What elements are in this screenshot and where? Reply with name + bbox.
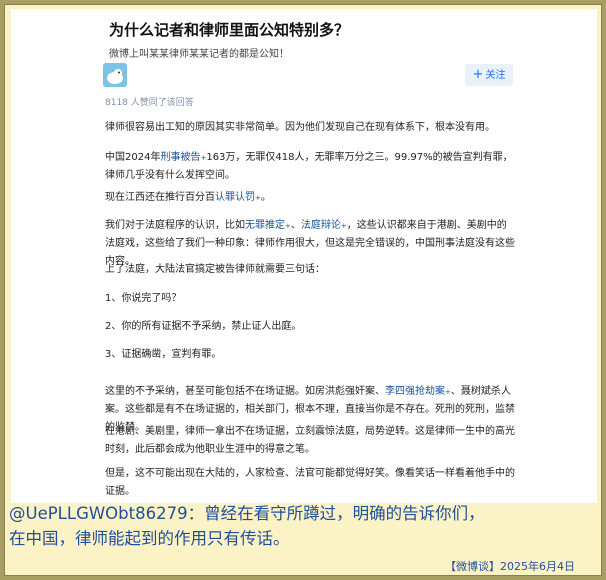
answer-paragraph-6: 1、你说完了吗？ (105, 293, 182, 304)
avatar-bird-icon (103, 63, 127, 87)
answer-paragraph-3: 现在江西还在推行百分百认罪认罚+。 (105, 189, 515, 207)
link-court-debate[interactable]: 法庭辩论 (301, 220, 341, 231)
answer-paragraph-10: 在港剧、美剧里，律师一拿出不在场证据，立刻震惊法庭，局势逆转。这是律师一生中的高… (105, 426, 515, 455)
question-subtitle: 微博上叫某某律师某某记者的都是公知！ (109, 49, 289, 60)
paragraph-text: 这里的不予采纳，甚至可能包括不在场证据。如房洪彪强奸案、 (105, 386, 385, 397)
quote-line-2: 在中国，律师能起到的作用只有传话。 (9, 529, 290, 548)
answer-paragraph-11: 但是，这不可能出现在大陆的，人家检查、法官可能都觉得好笑。像看笑话一样看着他手中… (105, 468, 515, 497)
answer-paragraph-8: 3、证据确凿，宣判有罪。 (105, 349, 222, 360)
question-title[interactable]: 为什么记者和律师里面公知特别多？ (109, 19, 349, 40)
avatar[interactable] (103, 63, 127, 87)
answer-paragraph-7: 2、你的所有证据不予采纳，禁止证人出庭。 (105, 321, 302, 332)
answer-paragraph-2: 中国2024年刑事被告+163万，无罪仅418人，无罪率万分之三。99.97%的… (105, 149, 515, 185)
plus-icon: + (472, 67, 484, 82)
source-footer: 【微博谈】2025年6月4日 (445, 560, 575, 573)
link-li-siqiang-case[interactable]: 李四强抢劫案 (385, 386, 445, 397)
upvote-count: 8118 人赞同了该回答 (105, 98, 194, 108)
follow-button[interactable]: + 关注 (465, 64, 513, 86)
answer-paragraph-5: 上了法庭，大陆法官搞定被告律师就需要三句话： (105, 264, 325, 275)
follow-label: 关注 (485, 70, 506, 81)
paragraph-text: 、 (290, 220, 301, 231)
paragraph-text: 我们对于法庭程序的认识，比如 (105, 220, 245, 231)
quote-line-1: @UePLLGWObt86279：曾经在看守所蹲过，明确的告诉你们， (9, 504, 485, 523)
answer-paragraph-1: 律师很容易出工知的原因其实非常简单。因为他们发现自己在现有体系下，根本没有用。 (105, 122, 495, 133)
link-presumption-innocence[interactable]: 无罪推定 (245, 220, 285, 231)
paragraph-text: 现在江西还在推行百分百 (105, 192, 215, 203)
paragraph-text: 。 (260, 192, 271, 203)
answer-card: 为什么记者和律师里面公知特别多？ 微博上叫某某律师某某记者的都是公知！ + 关注 … (11, 9, 597, 503)
link-criminal-defendant[interactable]: 刑事被告 (160, 152, 200, 163)
paragraph-text: 中国2024年 (105, 152, 161, 163)
screenshot-frame: 为什么记者和律师里面公知特别多？ 微博上叫某某律师某某记者的都是公知！ + 关注 … (4, 4, 602, 576)
link-plea-leniency[interactable]: 认罪认罚 (215, 192, 255, 203)
weibo-quote: @UePLLGWObt86279：曾经在看守所蹲过，明确的告诉你们， 在中国，律… (5, 501, 601, 557)
